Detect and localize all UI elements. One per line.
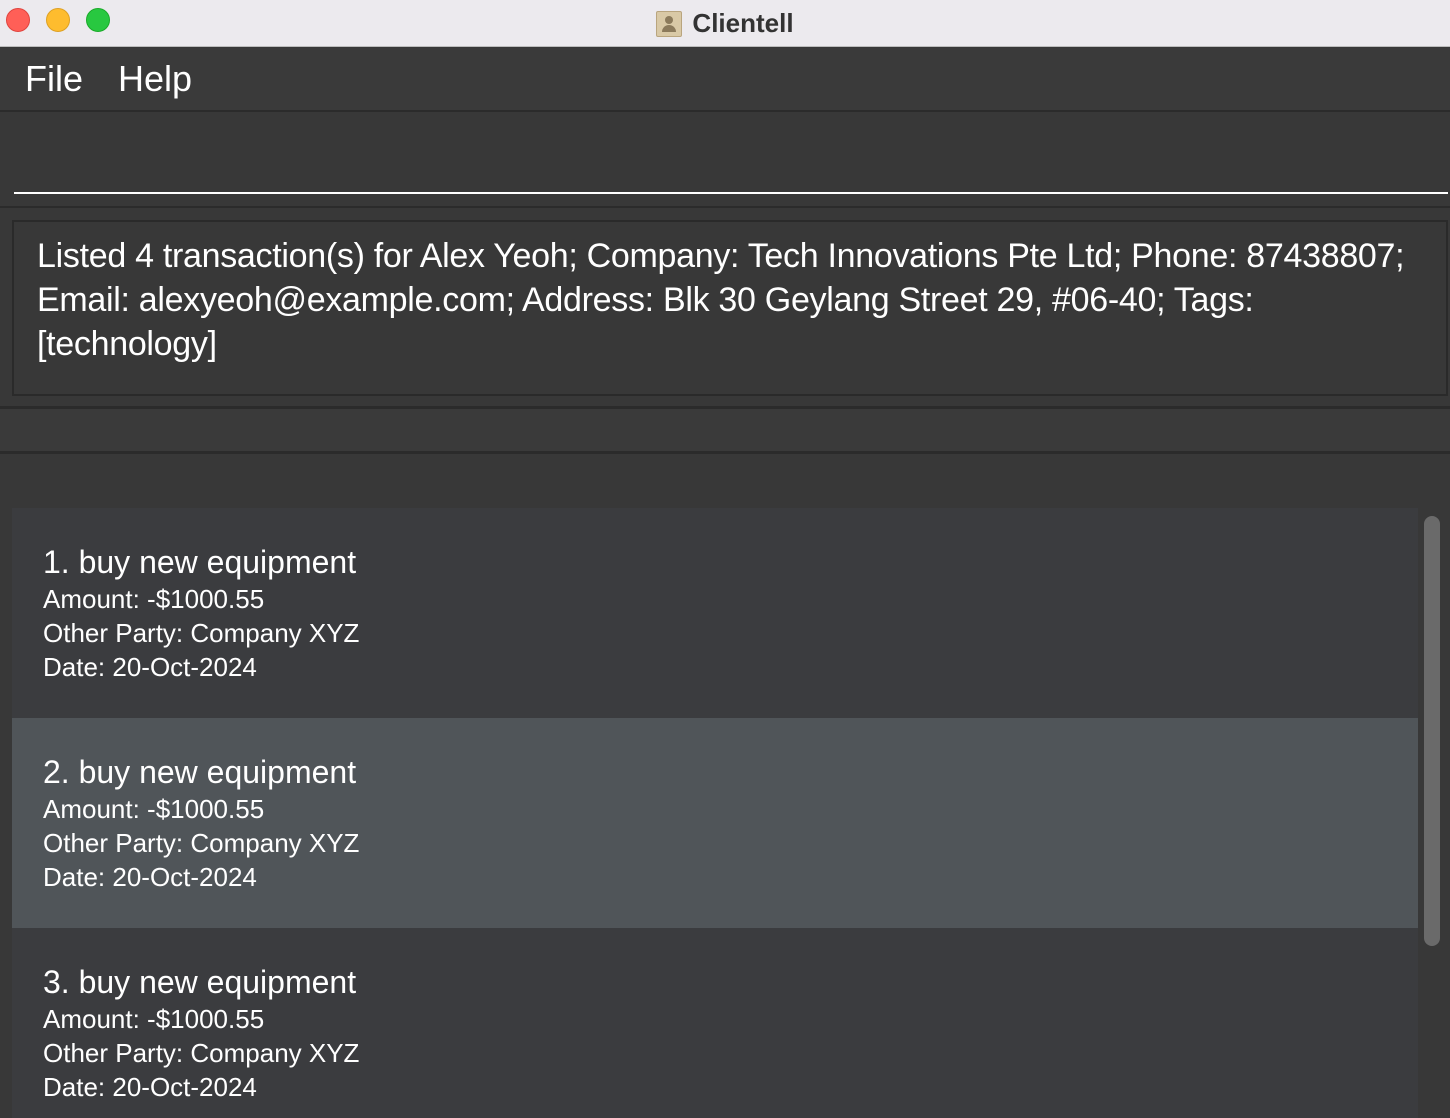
result-display: Listed 4 transaction(s) for Alex Yeoh; C… (12, 220, 1448, 396)
transaction-title: 3. buy new equipment (43, 964, 357, 1000)
window-title-group: Clientell (0, 0, 1450, 47)
status-divider (0, 406, 1450, 454)
command-input[interactable] (14, 114, 1448, 194)
transaction-card[interactable]: 1. buy new equipment Amount: -$1000.55 O… (12, 508, 1418, 718)
result-message: Listed 4 transaction(s) for Alex Yeoh; C… (37, 237, 1405, 363)
transaction-date: Date: 20-Oct-2024 (43, 652, 257, 682)
list-scrollbar[interactable] (1420, 508, 1444, 1118)
command-box (0, 114, 1450, 208)
contacts-app-icon (656, 10, 683, 37)
transaction-date: Date: 20-Oct-2024 (43, 1072, 257, 1102)
transaction-other-party: Other Party: Company XYZ (43, 828, 360, 858)
menu-file[interactable]: File (25, 58, 83, 100)
menu-bar: File Help (0, 48, 1450, 112)
scrollbar-thumb[interactable] (1424, 516, 1440, 946)
transaction-title: 2. buy new equipment (43, 754, 357, 790)
transaction-list: 1. buy new equipment Amount: -$1000.55 O… (12, 508, 1418, 1118)
transaction-amount: Amount: -$1000.55 (43, 794, 265, 824)
menu-help[interactable]: Help (118, 58, 192, 100)
transaction-card-selected[interactable]: 2. buy new equipment Amount: -$1000.55 O… (12, 718, 1418, 928)
title-bar: Clientell (0, 0, 1450, 47)
window-title: Clientell (692, 8, 794, 38)
transaction-card[interactable]: 3. buy new equipment Amount: -$1000.55 O… (12, 928, 1418, 1118)
transaction-title: 1. buy new equipment (43, 544, 357, 580)
transaction-other-party: Other Party: Company XYZ (43, 618, 360, 648)
transaction-amount: Amount: -$1000.55 (43, 584, 265, 614)
transaction-other-party: Other Party: Company XYZ (43, 1038, 360, 1068)
transaction-date: Date: 20-Oct-2024 (43, 862, 257, 892)
transaction-amount: Amount: -$1000.55 (43, 1004, 265, 1034)
